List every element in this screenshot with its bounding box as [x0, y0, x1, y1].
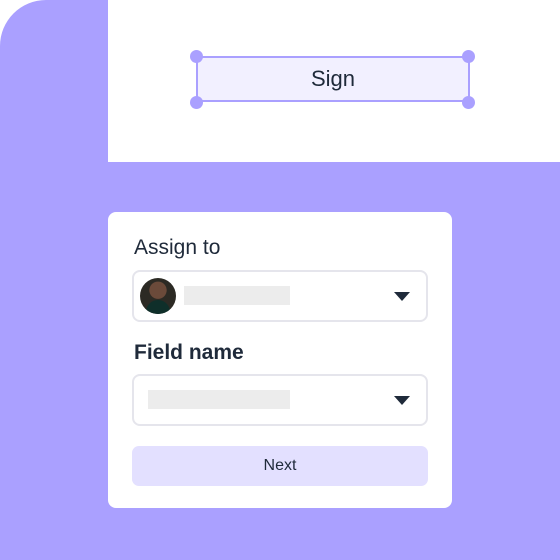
field-name-label: Field name — [134, 341, 244, 364]
resize-handle-top-left[interactable] — [190, 50, 203, 63]
resize-handle-top-right[interactable] — [462, 50, 475, 63]
assignee-select[interactable] — [132, 270, 428, 322]
assign-to-label: Assign to — [134, 236, 221, 259]
resize-handle-bottom-right[interactable] — [462, 96, 475, 109]
assignee-name-placeholder — [184, 286, 290, 305]
avatar — [140, 278, 176, 314]
resize-handle-bottom-left[interactable] — [190, 96, 203, 109]
field-name-placeholder — [148, 390, 290, 409]
next-button-label: Next — [263, 457, 297, 474]
field-name-select[interactable] — [132, 374, 428, 426]
sign-field-label: Sign — [310, 66, 356, 91]
caret-down-icon — [394, 396, 410, 405]
assign-field-card: Assign to Field name Next — [108, 212, 452, 508]
sign-field[interactable]: Sign — [196, 56, 470, 102]
next-button[interactable]: Next — [132, 446, 428, 486]
caret-down-icon — [394, 292, 410, 301]
